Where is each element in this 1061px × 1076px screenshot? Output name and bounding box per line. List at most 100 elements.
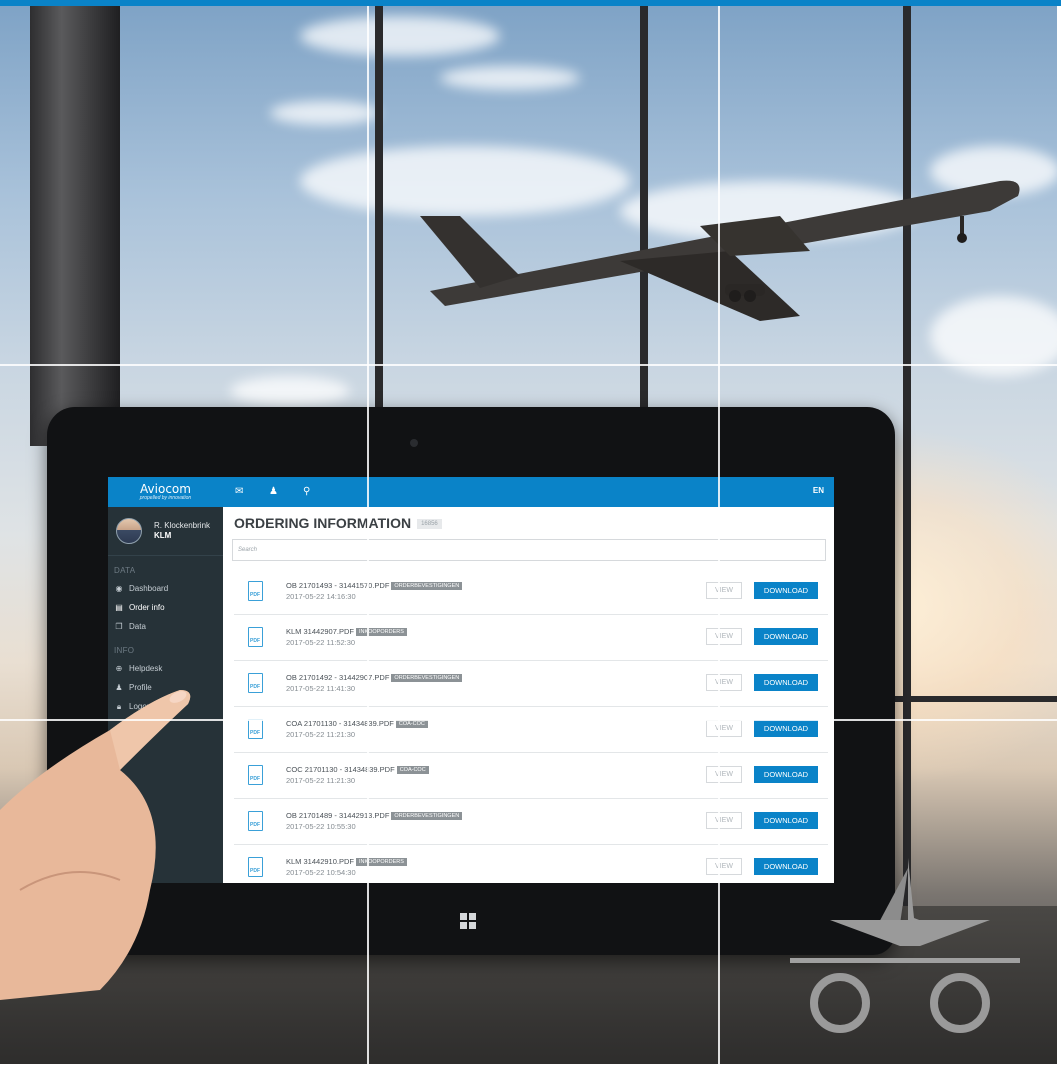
list-item: PDF OB 21701493 - 31441570.PDF ORDERBEVES… [234, 569, 828, 615]
download-button[interactable]: DOWNLOAD [754, 766, 818, 783]
brand-mark-icon [790, 858, 1020, 1033]
category-badge: ORDERBEVESTIGINGEN [391, 582, 463, 590]
file-date: 2017-05-22 11:21:30 [286, 730, 356, 739]
top-navbar: ✉ ♟ ⚲ EN [223, 477, 834, 507]
user-info: R. Klockenbrink KLM [154, 521, 210, 541]
grid-line [0, 719, 1061, 721]
window-mullion [903, 6, 911, 906]
pdf-file-icon: PDF [248, 719, 263, 739]
sidebar-item-helpdesk[interactable]: ⊕ Helpdesk [108, 659, 223, 678]
sidebar-item-label: Helpdesk [129, 664, 163, 673]
file-name-text: COC 21701130 - 31434839.PDF [286, 765, 395, 774]
document-icon: ▤ [115, 603, 123, 612]
view-button[interactable]: VIEW [706, 674, 742, 691]
view-button[interactable]: VIEW [706, 628, 742, 645]
pointing-hand [0, 690, 191, 1000]
file-date: 2017-05-22 11:52:30 [286, 638, 356, 647]
pdf-file-icon: PDF [248, 857, 263, 877]
dashboard-icon: ◉ [115, 584, 123, 593]
file-name[interactable]: KLM 31442910.PDF INKOOPORDERS [286, 857, 407, 866]
grid-line [367, 6, 369, 1064]
file-list: PDF OB 21701493 - 31441570.PDF ORDERBEVES… [234, 569, 828, 883]
pdf-label: PDF [250, 592, 260, 598]
grid-line [718, 6, 720, 1064]
cloud [300, 16, 500, 56]
search-icon[interactable]: ⚲ [303, 486, 310, 497]
file-date: 2017-05-22 10:55:30 [286, 822, 356, 831]
view-button[interactable]: VIEW [706, 582, 742, 599]
logo-tagline: propelled by innovation [139, 495, 192, 501]
file-name[interactable]: KLM 31442907.PDF INKOOPORDERS [286, 627, 407, 636]
page-edge [1057, 6, 1061, 1064]
sidebar-item-order-info[interactable]: ▤ Order info [108, 598, 223, 617]
file-name[interactable]: COC 21701130 - 31434839.PDF COA-COC [286, 765, 429, 774]
list-item: PDF COA 21701130 - 31434839.PDF COA-COC 2… [234, 707, 828, 753]
envelope-icon[interactable]: ✉ [235, 486, 243, 497]
sidebar-item-dashboard[interactable]: ◉ Dashboard [108, 579, 223, 598]
list-item: PDF OB 21701492 - 31442907.PDF ORDERBEVES… [234, 661, 828, 707]
file-name-text: KLM 31442907.PDF [286, 627, 354, 636]
aviocom-logo[interactable]: Aviocom propelled by innovation [108, 477, 223, 507]
sidebar-item-label: Data [129, 622, 146, 631]
view-button[interactable]: VIEW [706, 720, 742, 737]
user-icon[interactable]: ♟ [269, 486, 278, 497]
file-date: 2017-05-22 10:54:30 [286, 868, 356, 877]
sidebar-item-label: Dashboard [129, 584, 169, 593]
list-item: PDF KLM 31442907.PDF INKOOPORDERS 2017-05… [234, 615, 828, 661]
page-title: ORDERING INFORMATION 16856 [234, 515, 442, 531]
file-name-text: KLM 31442910.PDF [286, 857, 354, 866]
file-name[interactable]: OB 21701489 - 31442913.PDF ORDERBEVESTIGI… [286, 811, 463, 820]
count-badge: 16856 [417, 519, 442, 530]
view-button[interactable]: VIEW [706, 858, 742, 875]
sidebar-item-data[interactable]: ❐ Data [108, 617, 223, 636]
file-name-text: OB 21701489 - 31442913.PDF [286, 811, 390, 820]
category-badge: INKOOPORDERS [355, 858, 407, 866]
cloud [270, 101, 380, 125]
user-panel: R. Klockenbrink KLM [108, 507, 223, 556]
pdf-file-icon: PDF [248, 673, 263, 693]
lifebuoy-icon: ⊕ [115, 664, 123, 673]
category-badge: INKOOPORDERS [355, 628, 407, 636]
cloud [440, 66, 580, 90]
file-name-text: OB 21701493 - 31441570.PDF [286, 581, 390, 590]
download-button[interactable]: DOWNLOAD [754, 628, 818, 645]
section-heading-data: DATA [114, 566, 136, 575]
terminal-pillar [30, 6, 120, 446]
pdf-label: PDF [250, 868, 260, 874]
file-date: 2017-05-22 11:21:30 [286, 776, 356, 785]
pdf-file-icon: PDF [248, 765, 263, 785]
category-badge: COA-COC [395, 720, 428, 728]
list-item: PDF COC 21701130 - 31434839.PDF COA-COC 2… [234, 753, 828, 799]
list-item: PDF KLM 31442910.PDF INKOOPORDERS 2017-05… [234, 845, 828, 883]
logo-name: Aviocom [140, 482, 191, 496]
download-button[interactable]: DOWNLOAD [754, 812, 818, 829]
avatar[interactable] [116, 518, 142, 544]
view-button[interactable]: VIEW [706, 812, 742, 829]
category-badge: ORDERBEVESTIGINGEN [391, 812, 463, 820]
search-input[interactable]: Search [232, 539, 826, 561]
category-badge: ORDERBEVESTIGINGEN [391, 674, 463, 682]
file-name[interactable]: OB 21701492 - 31442907.PDF ORDERBEVESTIGI… [286, 673, 463, 682]
file-date: 2017-05-22 14:16:30 [286, 592, 356, 601]
app-screen: Aviocom propelled by innovation R. Klock… [108, 477, 834, 883]
language-selector[interactable]: EN [813, 486, 824, 495]
file-name[interactable]: OB 21701493 - 31441570.PDF ORDERBEVESTIGI… [286, 581, 463, 590]
cloud [230, 376, 350, 406]
download-button[interactable]: DOWNLOAD [754, 674, 818, 691]
windows-logo-icon[interactable] [460, 913, 476, 934]
main-content: ORDERING INFORMATION 16856 Search PDF OB … [223, 507, 834, 883]
download-button[interactable]: DOWNLOAD [754, 720, 818, 737]
airplane [420, 180, 1020, 321]
file-name-text: OB 21701492 - 31442907.PDF [286, 673, 390, 682]
user-org: KLM [154, 531, 172, 540]
section-heading-info: INFO [114, 646, 135, 655]
pdf-file-icon: PDF [248, 627, 263, 647]
camera-icon [410, 439, 418, 447]
grid-line [0, 364, 1061, 366]
download-button[interactable]: DOWNLOAD [754, 582, 818, 599]
page-title-text: ORDERING INFORMATION [234, 515, 412, 531]
view-button[interactable]: VIEW [706, 766, 742, 783]
pdf-label: PDF [250, 684, 260, 690]
pdf-file-icon: PDF [248, 811, 263, 831]
pdf-label: PDF [250, 776, 260, 782]
